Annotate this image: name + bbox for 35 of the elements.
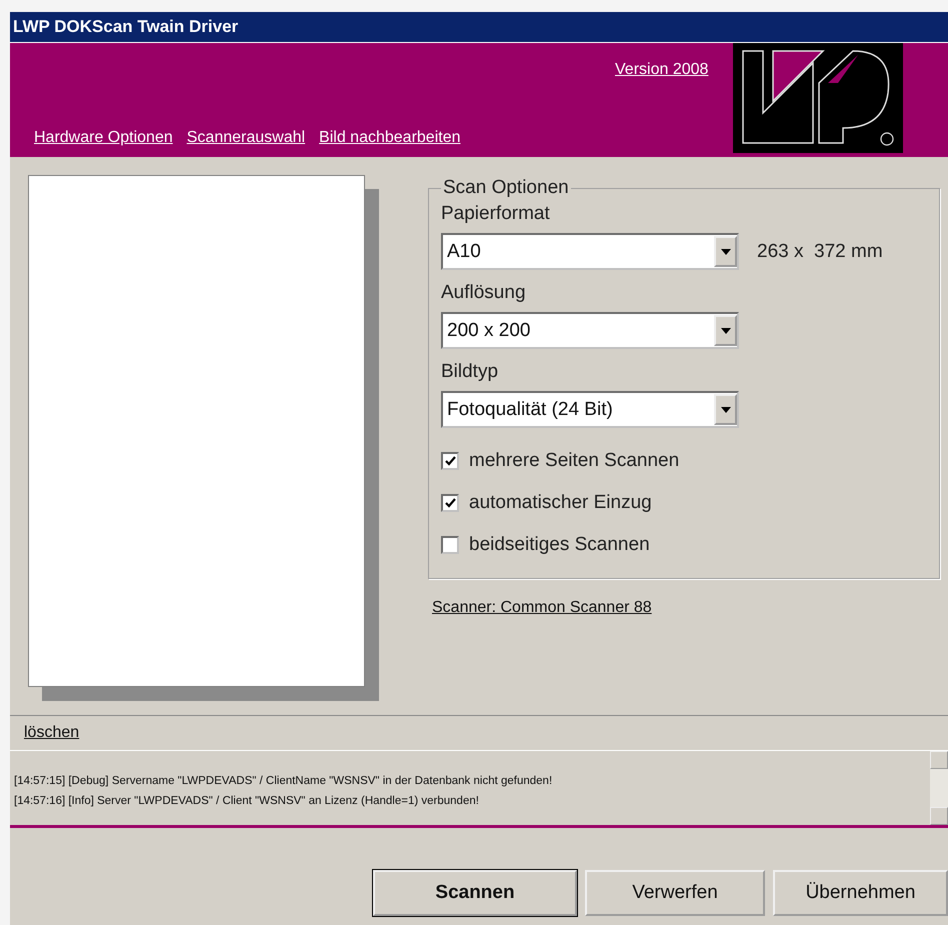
clear-link[interactable]: löschen xyxy=(24,724,80,742)
caret-icon xyxy=(720,248,730,254)
dropdown-button[interactable] xyxy=(714,236,737,267)
dialog-button[interactable]: Scannen xyxy=(373,870,577,916)
checkbox[interactable] xyxy=(441,536,459,554)
checkbox-label[interactable]: automatischer Einzug xyxy=(441,482,929,524)
field-label: Bildtyp xyxy=(441,361,500,383)
field-label: Auflösung xyxy=(441,282,527,304)
window-title: LWP DOKScan Twain Driver xyxy=(10,12,948,43)
dropdown-button[interactable] xyxy=(714,394,737,425)
dialog-button[interactable]: Verwerfen xyxy=(585,870,765,916)
dropdown[interactable]: A10 xyxy=(441,233,739,270)
checkbox-label[interactable]: beidseitiges Scannen xyxy=(441,524,929,566)
checkbox-label[interactable]: mehrere Seiten Scannen xyxy=(441,440,929,482)
nav-link[interactable]: Scannerauswahl xyxy=(186,129,306,147)
caret-icon xyxy=(720,328,730,334)
group-title: Scan Optionen xyxy=(442,177,570,199)
checkbox[interactable] xyxy=(441,494,459,512)
nav-link[interactable]: Bild nachbearbeiten xyxy=(319,129,460,147)
checkbox[interactable] xyxy=(441,452,459,470)
version-link[interactable]: Version 2008 xyxy=(615,61,708,79)
log-line: [14:57:16] [Info] Server "LWPDEVADS" / Client "WSNSV" an Lizenz (Handle=1) verbunden! xyxy=(14,794,480,809)
scrollbar[interactable] xyxy=(930,751,948,825)
scanner-link[interactable]: Scanner: Common Scanner 88 xyxy=(432,599,940,617)
field-label: Papierformat xyxy=(441,203,551,225)
size-reading: 263 x 372 mm xyxy=(757,240,883,262)
check-icon xyxy=(444,456,456,466)
dropdown-button[interactable] xyxy=(714,315,737,346)
dropdown[interactable]: 200 x 200 xyxy=(441,312,739,349)
nav-link[interactable]: Hardware Optionen xyxy=(34,129,173,147)
check-icon xyxy=(444,498,456,508)
caret-icon xyxy=(720,406,730,412)
log-line: [14:57:15] [Debug] Servername "LWPDEVADS" / ClientName "WSNSV" in der Datenbank nicht gefunden! xyxy=(14,774,554,789)
dropdown[interactable]: Fotoqualität (24 Bit) xyxy=(441,391,739,428)
dialog-button[interactable]: Übernehmen xyxy=(773,870,948,916)
